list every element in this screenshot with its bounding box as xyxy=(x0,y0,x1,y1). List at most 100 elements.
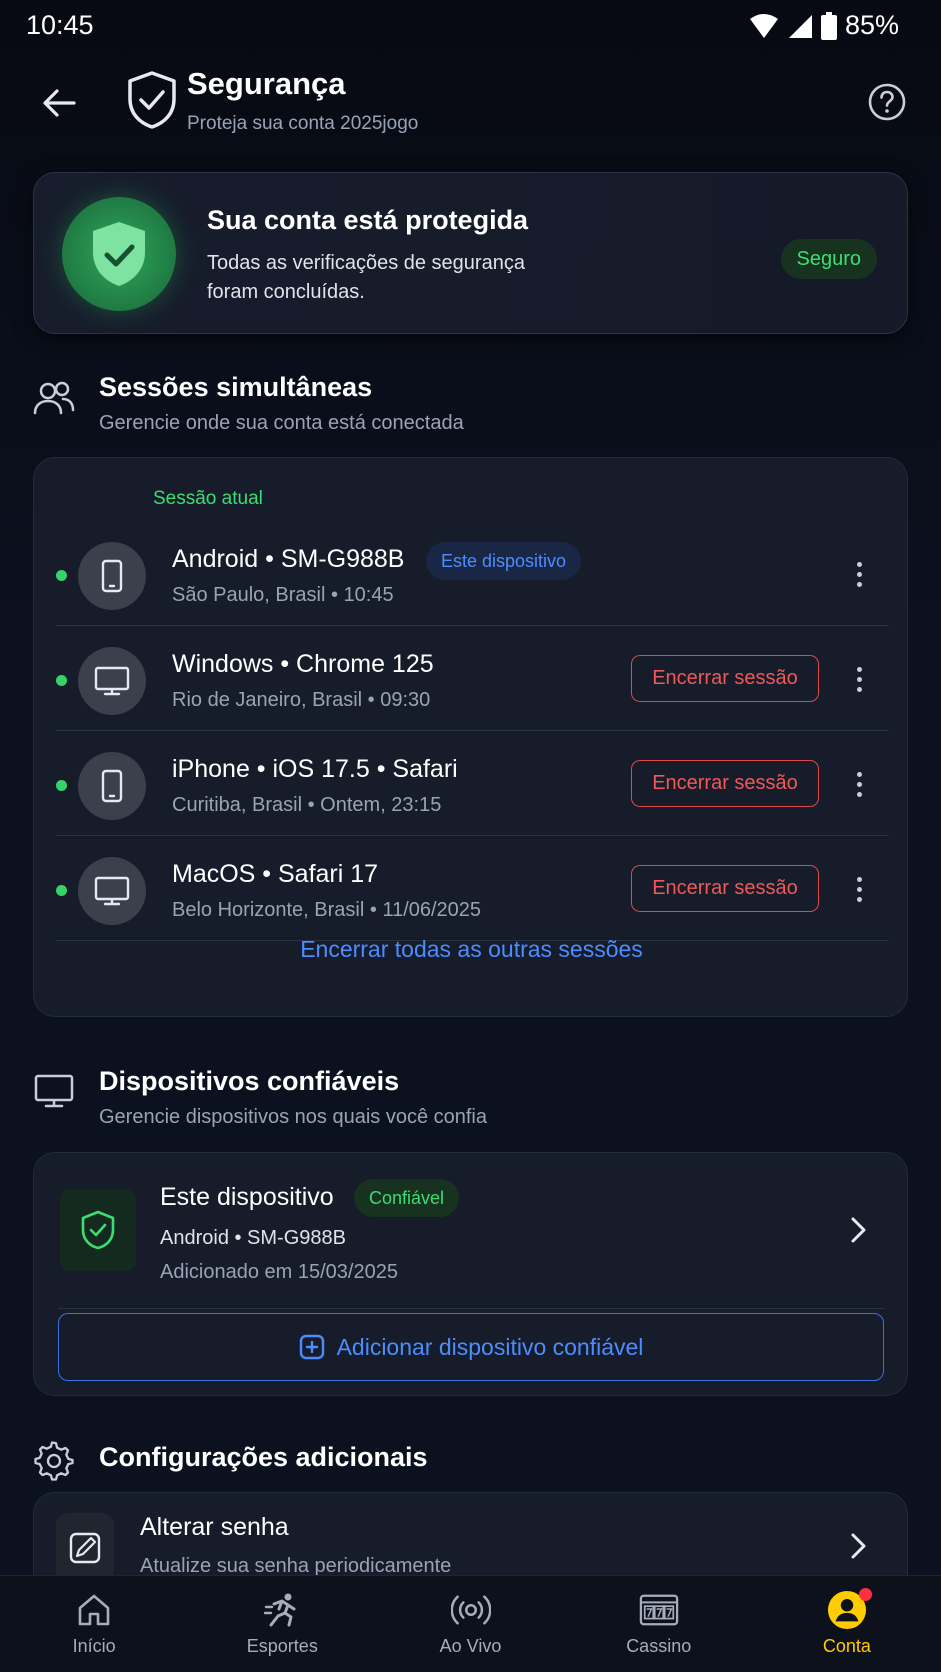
trusted-device-avatar xyxy=(60,1189,136,1271)
trusted-device-name: Este dispositivo xyxy=(160,1183,334,1211)
online-indicator xyxy=(56,780,67,791)
nav-label: Início xyxy=(72,1636,116,1656)
session-meta: São Paulo, Brasil • 10:45 xyxy=(172,584,394,606)
nav-item-cassino[interactable]: Cassino xyxy=(565,1576,753,1672)
session-row: iPhone • iOS 17.5 • Safari Curitiba, Bra… xyxy=(56,731,889,836)
nav-label: Esportes xyxy=(246,1636,318,1656)
protection-description: Todas as verificações de segurança foram… xyxy=(207,252,525,303)
session-location: São Paulo, Brasil xyxy=(172,584,326,606)
users-icon xyxy=(33,381,75,415)
section-title: Dispositivos confiáveis xyxy=(99,1066,400,1096)
status-badge: Seguro xyxy=(780,239,877,279)
home-icon xyxy=(74,1590,114,1630)
nav-item-conta[interactable]: Conta xyxy=(753,1576,941,1672)
monitor-icon xyxy=(34,1074,74,1108)
nav-label: Ao Vivo xyxy=(439,1636,502,1656)
end-session-button[interactable]: Encerrar sessão xyxy=(631,865,819,912)
notification-dot xyxy=(858,1588,872,1601)
session-time: 11/06/2025 xyxy=(382,899,482,921)
nav-label: Cassino xyxy=(626,1636,692,1656)
end-session-button[interactable]: Encerrar sessão xyxy=(631,760,819,807)
help-button[interactable] xyxy=(867,82,907,122)
shield-check-icon xyxy=(81,1210,115,1250)
gear-icon xyxy=(34,1441,74,1481)
status-bar: 10:45 85% xyxy=(0,0,941,54)
smartphone-icon xyxy=(101,559,123,593)
app-header: Segurança Proteja sua conta 2025jogo xyxy=(0,62,941,142)
settings-section-header: Configurações adicionais xyxy=(33,1440,908,1484)
trusted-devices-card: Este dispositivo Confiável Android • SM-… xyxy=(33,1152,908,1396)
divider xyxy=(58,1308,885,1309)
session-device-name: Android • SM-G988B xyxy=(172,545,405,573)
trusted-badge: Confiável xyxy=(354,1179,460,1217)
password-icon-wrapper xyxy=(56,1513,114,1583)
page-subtitle: Proteja sua conta 2025jogo xyxy=(187,113,419,134)
chevron-right-icon[interactable] xyxy=(847,1215,871,1245)
device-avatar xyxy=(78,752,146,820)
section-title: Configurações adicionais xyxy=(99,1442,428,1472)
section-subtitle: Gerencie dispositivos nos quais você con… xyxy=(99,1106,487,1128)
section-title: Sessões simultâneas xyxy=(99,372,373,402)
more-options-button[interactable] xyxy=(849,764,869,804)
session-meta: Rio de Janeiro, Brasil • 09:30 xyxy=(172,689,431,711)
session-row: MacOS • Safari 17 Belo Horizonte, Brasil… xyxy=(56,836,889,941)
device-avatar xyxy=(78,857,146,925)
monitor-icon xyxy=(94,666,130,696)
add-trusted-device-button[interactable]: Adicionar dispositivo confiável xyxy=(58,1313,884,1381)
back-button[interactable] xyxy=(36,80,82,126)
edit-password-icon xyxy=(69,1532,101,1564)
nav-label: Conta xyxy=(822,1636,871,1656)
add-trusted-device-label: Adicionar dispositivo confiável xyxy=(336,1333,644,1360)
device-avatar xyxy=(78,542,146,610)
session-device-name: iPhone • iOS 17.5 • Safari xyxy=(172,755,458,783)
session-meta: Curitiba, Brasil • Ontem, 23:15 xyxy=(172,794,442,816)
session-row: Windows • Chrome 125 Rio de Janeiro, Bra… xyxy=(56,626,889,731)
cellular-signal-icon xyxy=(788,14,812,38)
session-time: 09:30 xyxy=(380,689,431,711)
trusted-device-added: Adicionado em 15/03/2025 xyxy=(160,1261,398,1283)
session-row: Android • SM-G988B Este dispositivo São … xyxy=(56,521,889,626)
device-avatar xyxy=(78,647,146,715)
arrow-left-icon xyxy=(43,89,76,117)
battery-percent: 85% xyxy=(844,10,899,40)
this-device-badge: Este dispositivo xyxy=(426,542,582,580)
plus-square-icon xyxy=(299,1334,324,1360)
end-session-button[interactable]: Encerrar sessão xyxy=(631,655,819,702)
wifi-icon xyxy=(749,13,778,38)
sessions-card: Sessão atual Android • SM-G988B Este dis… xyxy=(33,457,908,1017)
online-indicator xyxy=(56,675,67,686)
battery-icon xyxy=(820,11,837,40)
protection-status-card: Sua conta está protegida Todas as verifi… xyxy=(33,172,908,334)
nav-item-ao-vivo[interactable]: Ao Vivo xyxy=(376,1576,564,1672)
more-options-button[interactable] xyxy=(849,659,869,699)
monitor-icon xyxy=(94,876,130,906)
online-indicator xyxy=(56,570,67,581)
nav-item-inicio[interactable]: Início xyxy=(0,1576,188,1672)
protection-badge xyxy=(62,197,176,311)
page-title: Segurança xyxy=(187,66,346,101)
session-device-name: MacOS • Safari 17 xyxy=(172,860,379,888)
session-time: Ontem, 23:15 xyxy=(320,794,442,816)
chevron-right-icon xyxy=(851,1533,866,1559)
status-time: 10:45 xyxy=(26,10,94,40)
end-all-sessions-link[interactable]: Encerrar todas as outras sessões xyxy=(34,936,909,963)
session-device-name: Windows • Chrome 125 xyxy=(172,650,434,678)
sessions-section-header: Sessões simultâneas Gerencie onde sua co… xyxy=(33,372,908,442)
change-password-title: Alterar senha xyxy=(140,1513,289,1541)
more-options-button[interactable] xyxy=(849,554,869,594)
trusted-device-model: Android • SM-G988B xyxy=(160,1227,346,1249)
smartphone-icon xyxy=(101,769,123,803)
shield-check-icon xyxy=(128,71,176,129)
nav-item-esportes[interactable]: Esportes xyxy=(188,1576,376,1672)
session-time: 10:45 xyxy=(343,584,394,606)
protection-title: Sua conta está protegida xyxy=(207,205,529,235)
trusted-section-header: Dispositivos confiáveis Gerencie disposi… xyxy=(33,1066,908,1136)
more-options-button[interactable] xyxy=(849,869,869,909)
help-circle-icon xyxy=(868,83,906,121)
current-session-label: Sessão atual xyxy=(153,488,263,509)
session-meta: Belo Horizonte, Brasil • 11/06/2025 xyxy=(172,899,482,921)
section-subtitle: Gerencie onde sua conta está conectada xyxy=(99,412,464,434)
bottom-navigation: Início Esportes Ao Vivo Cassino Conta xyxy=(0,1575,941,1672)
session-location: Rio de Janeiro, Brasil xyxy=(172,689,363,711)
status-icons: 85% xyxy=(749,10,899,41)
